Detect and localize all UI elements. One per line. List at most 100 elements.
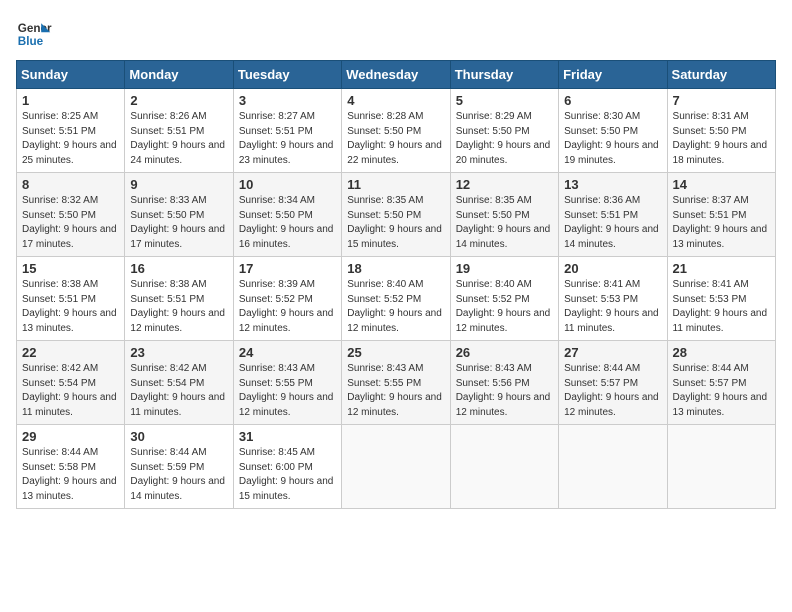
day-number: 15 xyxy=(22,261,119,276)
day-number: 17 xyxy=(239,261,336,276)
calendar-cell xyxy=(559,425,667,509)
day-number: 22 xyxy=(22,345,119,360)
calendar-week-row: 29 Sunrise: 8:44 AM Sunset: 5:58 PM Dayl… xyxy=(17,425,776,509)
logo-icon: General Blue xyxy=(16,16,52,52)
day-info: Sunrise: 8:40 AM Sunset: 5:52 PM Dayligh… xyxy=(456,278,553,336)
calendar-cell: 13 Sunrise: 8:36 AM Sunset: 5:51 PM Dayl… xyxy=(559,173,667,257)
weekday-header-wednesday: Wednesday xyxy=(342,61,450,89)
weekday-header-friday: Friday xyxy=(559,61,667,89)
calendar-cell: 26 Sunrise: 8:43 AM Sunset: 5:56 PM Dayl… xyxy=(450,341,558,425)
day-info: Sunrise: 8:44 AM Sunset: 5:57 PM Dayligh… xyxy=(564,362,661,420)
calendar-cell: 7 Sunrise: 8:31 AM Sunset: 5:50 PM Dayli… xyxy=(667,89,775,173)
day-info: Sunrise: 8:29 AM Sunset: 5:50 PM Dayligh… xyxy=(456,110,553,168)
day-number: 24 xyxy=(239,345,336,360)
day-info: Sunrise: 8:33 AM Sunset: 5:50 PM Dayligh… xyxy=(130,194,227,252)
logo: General Blue xyxy=(16,16,52,52)
day-info: Sunrise: 8:27 AM Sunset: 5:51 PM Dayligh… xyxy=(239,110,336,168)
day-number: 20 xyxy=(564,261,661,276)
calendar-cell xyxy=(667,425,775,509)
calendar-cell: 20 Sunrise: 8:41 AM Sunset: 5:53 PM Dayl… xyxy=(559,257,667,341)
day-info: Sunrise: 8:43 AM Sunset: 5:55 PM Dayligh… xyxy=(347,362,444,420)
weekday-header-row: SundayMondayTuesdayWednesdayThursdayFrid… xyxy=(17,61,776,89)
calendar-week-row: 8 Sunrise: 8:32 AM Sunset: 5:50 PM Dayli… xyxy=(17,173,776,257)
day-info: Sunrise: 8:31 AM Sunset: 5:50 PM Dayligh… xyxy=(673,110,770,168)
day-info: Sunrise: 8:45 AM Sunset: 6:00 PM Dayligh… xyxy=(239,446,336,504)
calendar-cell: 15 Sunrise: 8:38 AM Sunset: 5:51 PM Dayl… xyxy=(17,257,125,341)
calendar-cell: 23 Sunrise: 8:42 AM Sunset: 5:54 PM Dayl… xyxy=(125,341,233,425)
calendar-week-row: 22 Sunrise: 8:42 AM Sunset: 5:54 PM Dayl… xyxy=(17,341,776,425)
calendar-cell xyxy=(342,425,450,509)
calendar-cell: 18 Sunrise: 8:40 AM Sunset: 5:52 PM Dayl… xyxy=(342,257,450,341)
calendar-cell: 30 Sunrise: 8:44 AM Sunset: 5:59 PM Dayl… xyxy=(125,425,233,509)
day-number: 13 xyxy=(564,177,661,192)
day-info: Sunrise: 8:32 AM Sunset: 5:50 PM Dayligh… xyxy=(22,194,119,252)
day-number: 12 xyxy=(456,177,553,192)
calendar-cell: 12 Sunrise: 8:35 AM Sunset: 5:50 PM Dayl… xyxy=(450,173,558,257)
day-number: 16 xyxy=(130,261,227,276)
calendar-cell: 11 Sunrise: 8:35 AM Sunset: 5:50 PM Dayl… xyxy=(342,173,450,257)
day-number: 10 xyxy=(239,177,336,192)
calendar-week-row: 15 Sunrise: 8:38 AM Sunset: 5:51 PM Dayl… xyxy=(17,257,776,341)
calendar-cell: 8 Sunrise: 8:32 AM Sunset: 5:50 PM Dayli… xyxy=(17,173,125,257)
day-number: 21 xyxy=(673,261,770,276)
svg-text:General: General xyxy=(18,22,52,35)
day-info: Sunrise: 8:41 AM Sunset: 5:53 PM Dayligh… xyxy=(673,278,770,336)
calendar-cell: 21 Sunrise: 8:41 AM Sunset: 5:53 PM Dayl… xyxy=(667,257,775,341)
day-info: Sunrise: 8:28 AM Sunset: 5:50 PM Dayligh… xyxy=(347,110,444,168)
calendar-cell xyxy=(450,425,558,509)
day-info: Sunrise: 8:30 AM Sunset: 5:50 PM Dayligh… xyxy=(564,110,661,168)
day-info: Sunrise: 8:40 AM Sunset: 5:52 PM Dayligh… xyxy=(347,278,444,336)
calendar-cell: 1 Sunrise: 8:25 AM Sunset: 5:51 PM Dayli… xyxy=(17,89,125,173)
calendar-table: SundayMondayTuesdayWednesdayThursdayFrid… xyxy=(16,60,776,509)
day-number: 27 xyxy=(564,345,661,360)
day-number: 30 xyxy=(130,429,227,444)
day-info: Sunrise: 8:25 AM Sunset: 5:51 PM Dayligh… xyxy=(22,110,119,168)
day-info: Sunrise: 8:41 AM Sunset: 5:53 PM Dayligh… xyxy=(564,278,661,336)
day-info: Sunrise: 8:37 AM Sunset: 5:51 PM Dayligh… xyxy=(673,194,770,252)
weekday-header-monday: Monday xyxy=(125,61,233,89)
day-info: Sunrise: 8:38 AM Sunset: 5:51 PM Dayligh… xyxy=(130,278,227,336)
day-number: 11 xyxy=(347,177,444,192)
day-number: 28 xyxy=(673,345,770,360)
day-info: Sunrise: 8:38 AM Sunset: 5:51 PM Dayligh… xyxy=(22,278,119,336)
day-number: 14 xyxy=(673,177,770,192)
calendar-cell: 9 Sunrise: 8:33 AM Sunset: 5:50 PM Dayli… xyxy=(125,173,233,257)
weekday-header-thursday: Thursday xyxy=(450,61,558,89)
day-number: 6 xyxy=(564,93,661,108)
day-number: 5 xyxy=(456,93,553,108)
day-number: 19 xyxy=(456,261,553,276)
day-number: 25 xyxy=(347,345,444,360)
calendar-cell: 2 Sunrise: 8:26 AM Sunset: 5:51 PM Dayli… xyxy=(125,89,233,173)
calendar-cell: 6 Sunrise: 8:30 AM Sunset: 5:50 PM Dayli… xyxy=(559,89,667,173)
day-number: 9 xyxy=(130,177,227,192)
calendar-cell: 17 Sunrise: 8:39 AM Sunset: 5:52 PM Dayl… xyxy=(233,257,341,341)
day-info: Sunrise: 8:43 AM Sunset: 5:55 PM Dayligh… xyxy=(239,362,336,420)
day-number: 26 xyxy=(456,345,553,360)
day-number: 8 xyxy=(22,177,119,192)
day-info: Sunrise: 8:43 AM Sunset: 5:56 PM Dayligh… xyxy=(456,362,553,420)
calendar-cell: 22 Sunrise: 8:42 AM Sunset: 5:54 PM Dayl… xyxy=(17,341,125,425)
day-info: Sunrise: 8:44 AM Sunset: 5:59 PM Dayligh… xyxy=(130,446,227,504)
calendar-cell: 29 Sunrise: 8:44 AM Sunset: 5:58 PM Dayl… xyxy=(17,425,125,509)
day-info: Sunrise: 8:44 AM Sunset: 5:58 PM Dayligh… xyxy=(22,446,119,504)
day-number: 31 xyxy=(239,429,336,444)
day-info: Sunrise: 8:26 AM Sunset: 5:51 PM Dayligh… xyxy=(130,110,227,168)
calendar-cell: 25 Sunrise: 8:43 AM Sunset: 5:55 PM Dayl… xyxy=(342,341,450,425)
calendar-week-row: 1 Sunrise: 8:25 AM Sunset: 5:51 PM Dayli… xyxy=(17,89,776,173)
day-info: Sunrise: 8:42 AM Sunset: 5:54 PM Dayligh… xyxy=(130,362,227,420)
day-number: 2 xyxy=(130,93,227,108)
weekday-header-tuesday: Tuesday xyxy=(233,61,341,89)
calendar-cell: 19 Sunrise: 8:40 AM Sunset: 5:52 PM Dayl… xyxy=(450,257,558,341)
calendar-cell: 28 Sunrise: 8:44 AM Sunset: 5:57 PM Dayl… xyxy=(667,341,775,425)
day-info: Sunrise: 8:39 AM Sunset: 5:52 PM Dayligh… xyxy=(239,278,336,336)
calendar-cell: 24 Sunrise: 8:43 AM Sunset: 5:55 PM Dayl… xyxy=(233,341,341,425)
weekday-header-sunday: Sunday xyxy=(17,61,125,89)
day-info: Sunrise: 8:42 AM Sunset: 5:54 PM Dayligh… xyxy=(22,362,119,420)
day-info: Sunrise: 8:34 AM Sunset: 5:50 PM Dayligh… xyxy=(239,194,336,252)
day-info: Sunrise: 8:35 AM Sunset: 5:50 PM Dayligh… xyxy=(347,194,444,252)
calendar-cell: 27 Sunrise: 8:44 AM Sunset: 5:57 PM Dayl… xyxy=(559,341,667,425)
calendar-cell: 10 Sunrise: 8:34 AM Sunset: 5:50 PM Dayl… xyxy=(233,173,341,257)
day-number: 3 xyxy=(239,93,336,108)
calendar-cell: 31 Sunrise: 8:45 AM Sunset: 6:00 PM Dayl… xyxy=(233,425,341,509)
calendar-cell: 16 Sunrise: 8:38 AM Sunset: 5:51 PM Dayl… xyxy=(125,257,233,341)
